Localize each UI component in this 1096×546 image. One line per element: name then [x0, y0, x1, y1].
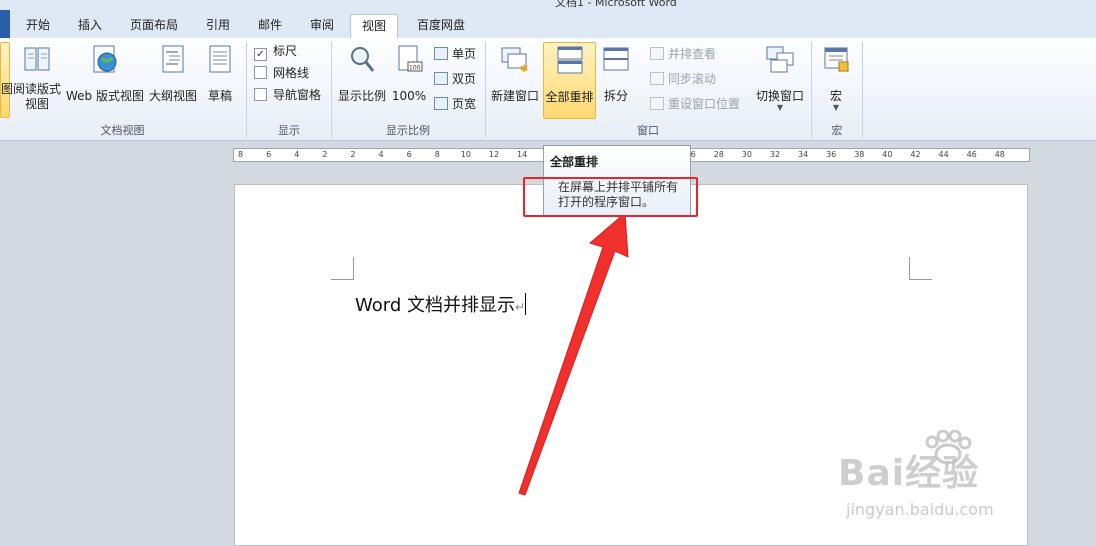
group-separator: [331, 42, 332, 138]
watermark: Bai经验 jingyan.baidu.com: [838, 430, 1088, 540]
tab-mailings[interactable]: 邮件: [248, 14, 292, 38]
page-width-button[interactable]: 页宽: [434, 94, 476, 114]
tooltip-title: 全部重排: [550, 155, 599, 169]
ruler-tick-label: 4: [378, 150, 384, 159]
red-arrow-annotation: [518, 211, 629, 496]
ruler-tick-label: 44: [938, 150, 949, 159]
checkbox-icon: [254, 88, 267, 101]
tab-review[interactable]: 审阅: [300, 14, 344, 38]
two-pages-button[interactable]: 双页: [434, 69, 476, 89]
file-tab[interactable]: [0, 10, 10, 38]
view-side-by-side-button[interactable]: 并排查看: [650, 44, 716, 64]
reset-position-icon: [650, 97, 664, 110]
new-window-button[interactable]: ✱ 新建窗口: [489, 42, 541, 118]
print-layout-button[interactable]: 图: [0, 42, 13, 118]
reset-window-position-button[interactable]: 重设窗口位置: [650, 94, 740, 114]
switch-windows-icon: [765, 44, 795, 74]
draft-icon: [205, 44, 235, 74]
arrange-all-icon: [555, 45, 585, 75]
one-page-icon: [434, 47, 448, 60]
title-bar: 文档1 - Microsoft Word: [0, 0, 1096, 10]
split-icon: [601, 44, 631, 74]
crop-mark-top-left: [331, 257, 354, 280]
ruler-tick-label: 40: [882, 150, 893, 159]
zoom-button[interactable]: 显示比例: [336, 42, 388, 118]
ruler-tick-label: 36: [826, 150, 837, 159]
tab-view[interactable]: 视图: [350, 14, 398, 39]
ruler-tick-label: 28: [713, 150, 724, 159]
group-label-macros: 宏: [831, 124, 843, 137]
macros-button[interactable]: 宏 ▼: [816, 42, 856, 118]
tab-home[interactable]: 开始: [16, 14, 60, 38]
sync-scroll-icon: [650, 72, 664, 85]
ruler-tick-label: 6: [266, 150, 272, 159]
ruler-tick-label: 46: [966, 150, 977, 159]
group-label-window: 窗口: [637, 124, 659, 137]
group-separator: [811, 42, 812, 138]
ruler-tick-label: 42: [910, 150, 921, 159]
group-label-show: 显示: [278, 124, 300, 137]
two-pages-icon: [434, 72, 448, 85]
ruler-tick-label: 6: [406, 150, 412, 159]
dropdown-arrow-icon: ▼: [832, 103, 840, 112]
new-window-icon: ✱: [500, 44, 530, 75]
ruler-tick-label: 48: [994, 150, 1005, 159]
red-highlight-box: [523, 177, 698, 217]
watermark-url: jingyan.baidu.com: [846, 500, 994, 519]
globe-icon: [90, 44, 120, 74]
macro-icon: [821, 44, 851, 74]
group-separator: [485, 42, 486, 138]
reading-layout-button[interactable]: 阅读版式 视图: [12, 42, 62, 118]
group-label-zoom: 显示比例: [386, 124, 430, 137]
ruler-tick-label: 38: [854, 150, 865, 159]
navigation-pane-checkbox[interactable]: 导航窗格: [254, 85, 321, 105]
web-layout-button[interactable]: Web 版式视图: [64, 42, 146, 118]
window-title: 文档1 - Microsoft Word: [555, 0, 677, 9]
checkbox-checked-icon: ✓: [254, 48, 267, 61]
checkbox-icon: [254, 66, 267, 79]
outline-icon: [158, 44, 188, 74]
ruler-tick-label: 14: [517, 150, 528, 159]
tab-references[interactable]: 引用: [196, 14, 240, 38]
dropdown-arrow-icon: ▼: [776, 103, 784, 112]
ruler-tick-label: 8: [434, 150, 440, 159]
magnifier-icon: [347, 44, 377, 74]
tab-insert[interactable]: 插入: [68, 14, 112, 38]
ruler-tick-label: 34: [798, 150, 809, 159]
ruler-tick-label: 2: [350, 150, 356, 159]
ruler-tick-label: 2: [322, 150, 328, 159]
ruler-tick-label: 12: [488, 150, 500, 159]
draft-button[interactable]: 草稿: [200, 42, 240, 118]
book-icon: [22, 44, 52, 74]
svg-text:✱: ✱: [520, 64, 528, 74]
watermark-brand: Bai经验: [838, 453, 980, 494]
arrange-all-button[interactable]: 全部重排: [543, 42, 596, 119]
switch-windows-button[interactable]: 切换窗口 ▼: [752, 42, 808, 118]
ruler-tick-label: 10: [460, 150, 471, 159]
ruler-tick-label: 4: [294, 150, 300, 159]
synchronous-scrolling-button[interactable]: 同步滚动: [650, 69, 716, 89]
tab-page-layout[interactable]: 页面布局: [120, 14, 188, 38]
group-separator: [246, 42, 247, 138]
page-100-icon: 100: [394, 44, 424, 74]
zoom-100-button[interactable]: 100 100%: [390, 42, 428, 118]
split-button[interactable]: 拆分: [598, 42, 634, 118]
ruler-checkbox[interactable]: ✓ 标尺: [254, 41, 297, 61]
side-by-side-icon: [650, 47, 664, 60]
group-label-document-views: 文档视图: [100, 124, 145, 137]
group-separator: [862, 42, 863, 138]
ruler-tick-label: 30: [741, 150, 752, 159]
gridlines-checkbox[interactable]: 网格线: [254, 63, 309, 83]
ruler-tick-label: 32: [769, 150, 781, 159]
tab-baidu-netdisk[interactable]: 百度网盘: [406, 14, 476, 38]
ruler-tick-label: 8: [238, 150, 244, 159]
outline-button[interactable]: 大纲视图: [148, 42, 198, 118]
crop-mark-top-right: [909, 257, 932, 280]
page-width-icon: [434, 97, 448, 110]
one-page-button[interactable]: 单页: [434, 44, 476, 64]
svg-text:100: 100: [409, 65, 421, 72]
